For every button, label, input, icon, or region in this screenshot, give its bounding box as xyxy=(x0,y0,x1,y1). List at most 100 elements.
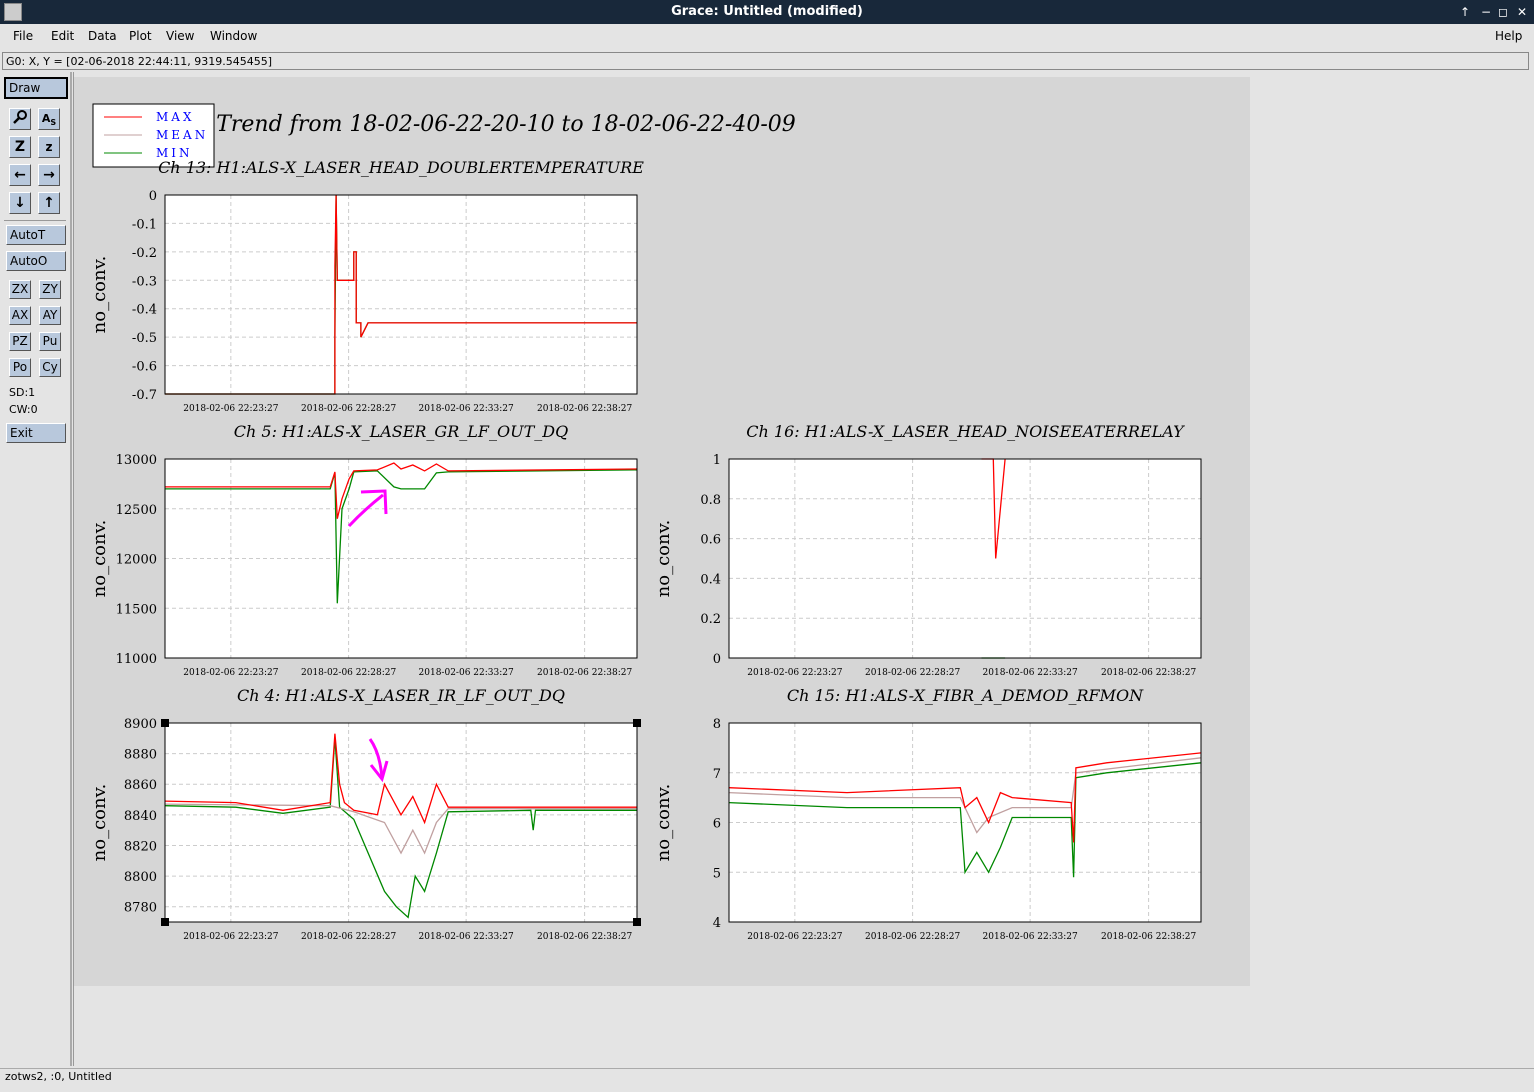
x-tick-label: 2018-02-06 22:23:27 xyxy=(183,932,278,942)
y-axis-label: no_conv. xyxy=(653,784,674,862)
y-tick-label: 0.2 xyxy=(700,612,721,627)
y-tick-label: 8840 xyxy=(124,809,157,824)
down-arrow-icon[interactable]: ↓ xyxy=(9,192,31,214)
selection-handle xyxy=(633,719,641,727)
y-tick-label: 8 xyxy=(713,717,721,732)
y-tick-label: 11500 xyxy=(116,602,157,617)
charts-group: Ch 13: H1:ALS-X_LASER_HEAD_DOUBLERTEMPER… xyxy=(89,158,1202,942)
y-tick-label: 0 xyxy=(149,189,157,204)
y-axis-label: no_conv. xyxy=(89,784,110,862)
menu-view[interactable]: View xyxy=(166,29,194,43)
chart-2: Ch 5: H1:ALS-X_LASER_GR_LF_OUT_DQ 13000 12… xyxy=(89,422,638,678)
pu-button[interactable]: Pu xyxy=(39,332,61,351)
y-tick-label: 8820 xyxy=(124,839,157,854)
autot-button[interactable]: AutoT xyxy=(6,225,66,245)
main-title: Trend from 18-02-06-22-20-10 to 18-02-06… xyxy=(216,112,796,137)
y-tick-label: -0.2 xyxy=(132,246,157,261)
menu-data[interactable]: Data xyxy=(88,29,117,43)
chart-5: Ch 15: H1:ALS-X_FIBR_A_DEMOD_RFMON 8 7 6 5 4 2… xyxy=(653,686,1202,942)
y-tick-label: -0.7 xyxy=(132,388,157,403)
cy-button[interactable]: Cy xyxy=(39,358,61,377)
right-arrow-icon[interactable]: → xyxy=(38,164,60,186)
up-arrow-icon[interactable]: ↑ xyxy=(38,192,60,214)
x-tick-label: 2018-02-06 22:33:27 xyxy=(419,668,514,678)
x-tick-label: 2018-02-06 22:23:27 xyxy=(747,668,842,678)
pz-button[interactable]: PZ xyxy=(9,332,31,351)
x-tick-label: 2018-02-06 22:28:27 xyxy=(301,668,396,678)
x-tick-label: 2018-02-06 22:33:27 xyxy=(983,668,1078,678)
y-tick-label: -0.3 xyxy=(132,274,157,289)
chart-plot-area xyxy=(165,195,637,394)
zoom-in-icon[interactable]: Z xyxy=(9,136,31,158)
y-tick-label: -0.4 xyxy=(132,303,157,318)
x-tick-label: 2018-02-06 22:38:27 xyxy=(1101,668,1196,678)
left-arrow-icon[interactable]: ← xyxy=(9,164,31,186)
x-tick-label: 2018-02-06 22:28:27 xyxy=(301,404,396,414)
menu-help[interactable]: Help xyxy=(1495,29,1522,43)
selection-handle xyxy=(161,918,169,926)
chart-plot-area xyxy=(165,723,637,922)
x-tick-label: 2018-02-06 22:38:27 xyxy=(537,668,632,678)
plot-canvas[interactable]: Trend from 18-02-06-22-20-10 to 18-02-06… xyxy=(74,77,1250,986)
menu-window[interactable]: Window xyxy=(210,29,257,43)
menu-edit[interactable]: Edit xyxy=(51,29,74,43)
draw-button[interactable]: Draw xyxy=(4,77,68,99)
window-raise-button[interactable]: ↑ xyxy=(1456,3,1474,21)
autoscale-icon[interactable]: AS xyxy=(38,108,60,130)
ax-button[interactable]: AX xyxy=(9,306,31,325)
chart-title: Ch 5: H1:ALS-X_LASER_GR_LF_OUT_DQ xyxy=(234,422,568,441)
autoo-button[interactable]: AutoO xyxy=(6,251,66,271)
x-tick-label: 2018-02-06 22:28:27 xyxy=(865,932,960,942)
y-tick-label: 8800 xyxy=(124,870,157,885)
toolbar-separator xyxy=(4,220,66,221)
window-minimize-button[interactable]: − xyxy=(1477,3,1495,21)
y-axis-label: no_conv. xyxy=(89,256,110,334)
x-tick-label: 2018-02-06 22:23:27 xyxy=(183,668,278,678)
x-tick-label: 2018-02-06 22:28:27 xyxy=(301,932,396,942)
window-maximize-button[interactable]: ◻ xyxy=(1494,3,1512,21)
menu-file[interactable]: File xyxy=(13,29,33,43)
chart-title: Ch 15: H1:ALS-X_FIBR_A_DEMOD_RFMON xyxy=(787,686,1144,705)
y-tick-label: 13000 xyxy=(116,453,157,468)
menu-plot[interactable]: Plot xyxy=(129,29,152,43)
magnifier-icon[interactable] xyxy=(9,108,31,130)
y-tick-label: 11000 xyxy=(116,652,157,667)
tool-panel: Draw AS Z z ← → ↓ ↑ AutoT AutoO ZX ZY AX… xyxy=(0,72,72,1066)
chart-title: Ch 13: H1:ALS-X_LASER_HEAD_DOUBLERTEMPER… xyxy=(158,158,644,177)
x-tick-label: 2018-02-06 22:33:27 xyxy=(983,932,1078,942)
x-tick-label: 2018-02-06 22:33:27 xyxy=(419,404,514,414)
chart-title: Ch 4: H1:ALS-X_LASER_IR_LF_OUT_DQ xyxy=(237,686,565,705)
x-tick-label: 2018-02-06 22:28:27 xyxy=(865,668,960,678)
chart-3: Ch 16: H1:ALS-X_LASER_HEAD_NOISEEATERREL… xyxy=(653,422,1202,678)
x-tick-label: 2018-02-06 22:23:27 xyxy=(183,404,278,414)
current-world-label: CW:0 xyxy=(9,403,38,416)
y-tick-label: 8900 xyxy=(124,717,157,732)
window-close-button[interactable]: ✕ xyxy=(1513,3,1531,21)
x-tick-label: 2018-02-06 22:23:27 xyxy=(747,932,842,942)
y-tick-label: -0.5 xyxy=(132,331,157,346)
zy-button[interactable]: ZY xyxy=(39,280,61,299)
legend-mean-label: MEAN xyxy=(156,128,208,142)
y-tick-label: 8880 xyxy=(124,748,157,763)
po-button[interactable]: Po xyxy=(9,358,31,377)
y-tick-label: 12000 xyxy=(116,553,157,568)
ay-button[interactable]: AY xyxy=(39,306,61,325)
y-tick-label: 5 xyxy=(713,866,721,881)
y-tick-label: 8780 xyxy=(124,901,157,916)
plot-svg[interactable]: Trend from 18-02-06-22-20-10 to 18-02-06… xyxy=(74,77,1250,986)
y-axis-label: no_conv. xyxy=(653,520,674,598)
zoom-out-icon[interactable]: z xyxy=(38,136,60,158)
status-bar: zotws2, :0, Untitled xyxy=(0,1068,1534,1092)
legend-max-label: MAX xyxy=(156,110,195,124)
chart-4: Ch 4: H1:ALS-X_LASER_IR_LF_OUT_DQ 8900 888… xyxy=(89,686,641,942)
chart-plot-area xyxy=(729,459,1201,658)
y-tick-label: -0.1 xyxy=(132,217,157,232)
window-title: Grace: Untitled (modified) xyxy=(671,4,863,19)
window-titlebar: Grace: Untitled (modified) ↑ − ◻ ✕ xyxy=(0,0,1534,24)
zx-button[interactable]: ZX xyxy=(9,280,31,299)
y-tick-label: 0.6 xyxy=(700,533,721,548)
y-tick-label: -0.6 xyxy=(132,360,157,375)
x-tick-label: 2018-02-06 22:38:27 xyxy=(537,404,632,414)
x-tick-label: 2018-02-06 22:38:27 xyxy=(537,932,632,942)
exit-button[interactable]: Exit xyxy=(6,423,66,443)
